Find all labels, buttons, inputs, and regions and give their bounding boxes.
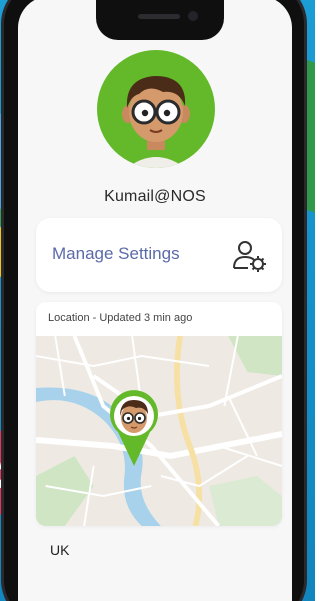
front-camera (188, 11, 198, 21)
promo-scene: Kumail@NOS Manage Settings Location - Up… (0, 0, 315, 601)
location-country-label: UK (50, 542, 70, 558)
username-label: Kumail@NOS (104, 188, 206, 205)
avatar[interactable] (97, 50, 215, 168)
phone-screen: Kumail@NOS Manage Settings Location - Up… (18, 0, 292, 601)
phone-frame: Kumail@NOS Manage Settings Location - Up… (4, 0, 304, 601)
location-updated-label: Location - Updated 3 min ago (48, 312, 193, 324)
user-settings-icon (230, 236, 268, 274)
location-pin-icon[interactable] (106, 388, 162, 468)
location-card[interactable]: Location - Updated 3 min ago (36, 302, 282, 526)
phone-notch (96, 0, 224, 40)
avatar-icon (122, 76, 190, 168)
manage-settings-label: Manage Settings (52, 244, 180, 263)
location-map[interactable] (36, 336, 282, 526)
speaker-grille (138, 14, 180, 19)
manage-settings-button[interactable]: Manage Settings (36, 218, 282, 292)
